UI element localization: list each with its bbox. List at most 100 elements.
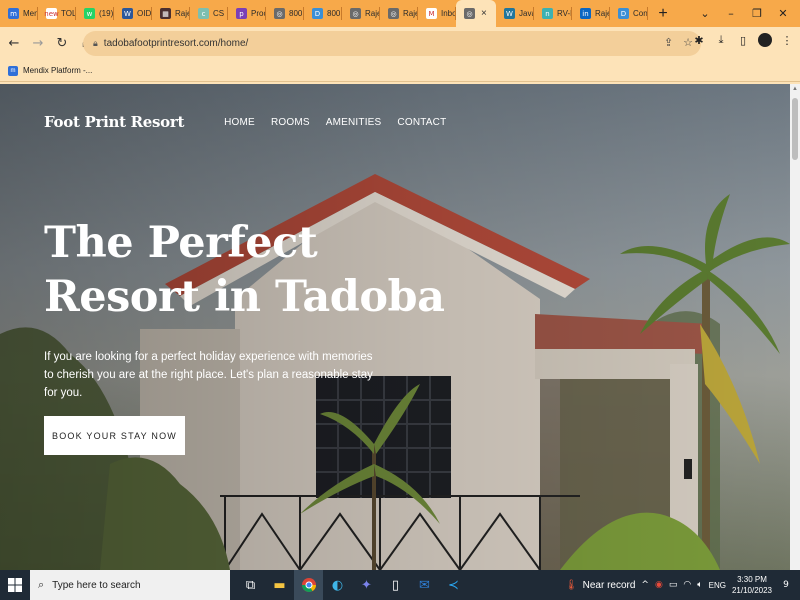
windows-taskbar: ⌕ Type here to search ⧉ ▬ ◐ ✦ ▯ ✉ ≺ 🌡︎ N… bbox=[0, 570, 800, 600]
file-explorer-icon[interactable]: ▬ bbox=[265, 570, 294, 600]
phone-link-icon[interactable]: ▯ bbox=[381, 570, 410, 600]
tab-title: Java bbox=[519, 9, 534, 18]
tab-favicon-icon: ▦ bbox=[160, 8, 171, 19]
antivirus-icon[interactable]: ◉ bbox=[655, 580, 663, 590]
scroll-up-icon[interactable]: ▲ bbox=[792, 86, 798, 92]
tab-list: mMennewTOLw(19)WOID▦RajecCS EpProc◎800D8… bbox=[0, 0, 648, 27]
notifications-icon[interactable]: 9 bbox=[778, 577, 794, 593]
window-controls: ⌄ – ❐ ✕ bbox=[692, 0, 796, 27]
browser-tab[interactable]: n RV-l bbox=[534, 0, 572, 27]
start-button[interactable] bbox=[0, 570, 30, 600]
task-view-icon[interactable]: ⧉ bbox=[236, 570, 265, 600]
tab-favicon-icon: D bbox=[618, 8, 629, 19]
vscode-icon[interactable]: ≺ bbox=[439, 570, 468, 600]
browser-tab[interactable]: in Raje bbox=[572, 0, 610, 27]
back-button[interactable]: ← bbox=[4, 34, 24, 54]
side-panel-icon[interactable]: ▯ bbox=[736, 33, 750, 47]
profile-avatar[interactable] bbox=[758, 33, 772, 47]
tab-favicon-icon: ◎ bbox=[464, 8, 475, 19]
browser-tab[interactable]: ◎ × bbox=[456, 0, 496, 27]
site-header: Foot Print Resort HOME ROOMS AMENITIES C… bbox=[44, 113, 446, 131]
browser-tab[interactable]: c CS E bbox=[190, 0, 228, 27]
browser-tab[interactable]: D 800 bbox=[304, 0, 342, 27]
browser-tab[interactable]: p Proc bbox=[228, 0, 266, 27]
clock[interactable]: 3:30 PM 21/10/2023 bbox=[732, 574, 772, 596]
download-icon[interactable]: ⤓ bbox=[714, 33, 728, 47]
windows-logo-icon bbox=[8, 578, 22, 592]
tab-title: Raje bbox=[595, 9, 610, 18]
taskbar-search[interactable]: ⌕ Type here to search bbox=[30, 570, 230, 600]
site-logo[interactable]: Foot Print Resort bbox=[44, 113, 184, 131]
tab-favicon-icon: c bbox=[198, 8, 209, 19]
tab-favicon-icon: new bbox=[44, 8, 59, 19]
toolbar-actions: ✱ ⤓ ▯ ⋮ bbox=[692, 33, 794, 47]
browser-tab[interactable]: ◎ Raje bbox=[342, 0, 380, 27]
tab-close-icon[interactable]: × bbox=[481, 8, 487, 19]
browser-tab[interactable]: W OID bbox=[114, 0, 152, 27]
language-indicator[interactable]: ENG bbox=[709, 581, 726, 590]
taskbar-apps: ⧉ ▬ ◐ ✦ ▯ ✉ ≺ bbox=[236, 570, 468, 600]
tab-favicon-icon: W bbox=[504, 8, 515, 19]
browser-tab[interactable]: ▦ Raje bbox=[152, 0, 190, 27]
show-hidden-icons[interactable]: ^ bbox=[641, 580, 649, 590]
page-scrollbar[interactable]: ▲ bbox=[790, 84, 800, 570]
tab-favicon-icon: w bbox=[84, 8, 95, 19]
tab-favicon-icon: ◎ bbox=[274, 8, 285, 19]
book-stay-button[interactable]: BOOK YOUR STAY NOW bbox=[44, 416, 185, 455]
new-tab-button[interactable]: + bbox=[652, 5, 674, 23]
browser-tab[interactable]: M Inbo bbox=[418, 0, 456, 27]
battery-icon[interactable]: ▭ bbox=[669, 580, 678, 590]
tab-title: 800 bbox=[327, 9, 341, 18]
browser-tab[interactable]: D Con bbox=[610, 0, 648, 27]
nav-amenities[interactable]: AMENITIES bbox=[326, 117, 382, 128]
browser-tab[interactable]: m Men bbox=[0, 0, 38, 27]
hero-title: The Perfect Resort in Tadoba bbox=[44, 218, 445, 322]
tab-title: Raje bbox=[365, 9, 380, 18]
tab-favicon-icon: n bbox=[542, 8, 553, 19]
nav-home[interactable]: HOME bbox=[224, 117, 255, 128]
tab-search-icon[interactable]: ⌄ bbox=[692, 7, 718, 20]
url-text[interactable]: tadobafootprintresort.com/home/ bbox=[104, 38, 249, 49]
tab-title: Raje bbox=[403, 9, 418, 18]
nav-rooms[interactable]: ROOMS bbox=[271, 117, 310, 128]
forward-button[interactable]: → bbox=[28, 34, 48, 54]
tab-favicon-icon: p bbox=[236, 8, 247, 19]
browser-tab-strip: mMennewTOLw(19)WOID▦RajecCS EpProc◎800D8… bbox=[0, 0, 800, 27]
tab-title: 800 bbox=[289, 9, 303, 18]
tab-title: Inbo bbox=[441, 9, 456, 18]
menu-icon[interactable]: ⋮ bbox=[780, 33, 794, 47]
close-window-button[interactable]: ✕ bbox=[770, 7, 796, 20]
clock-date: 21/10/2023 bbox=[731, 586, 772, 595]
outlook-icon[interactable]: ✉ bbox=[410, 570, 439, 600]
search-icon: ⌕ bbox=[38, 578, 45, 591]
browser-tab[interactable]: ◎ Raje bbox=[380, 0, 418, 27]
volume-icon[interactable]: 🔈︎ bbox=[697, 580, 702, 590]
wifi-icon[interactable]: ◠ bbox=[683, 580, 691, 590]
browser-tab[interactable]: W Java bbox=[496, 0, 534, 27]
weather-widget[interactable]: 🌡︎ Near record bbox=[565, 580, 636, 591]
scrollbar-thumb[interactable] bbox=[792, 98, 798, 160]
browser-tab[interactable]: ◎ 800 bbox=[266, 0, 304, 27]
browser-tab[interactable]: new TOL bbox=[38, 0, 76, 27]
maximize-button[interactable]: ❐ bbox=[744, 7, 770, 20]
tab-title: Proc bbox=[251, 9, 266, 18]
web-page: Foot Print Resort HOME ROOMS AMENITIES C… bbox=[0, 84, 800, 570]
share-icon[interactable]: ⇪ bbox=[664, 36, 673, 49]
nav-contact[interactable]: CONTACT bbox=[397, 117, 446, 128]
edge-icon[interactable]: ◐ bbox=[323, 570, 352, 600]
teams-icon[interactable]: ✦ bbox=[352, 570, 381, 600]
tab-title: RV-l bbox=[557, 9, 572, 18]
bookmark-mendix[interactable]: Mendix Platform -... bbox=[23, 66, 92, 75]
browser-tab[interactable]: w (19) bbox=[76, 0, 114, 27]
tab-title: TOL bbox=[61, 9, 76, 18]
browser-toolbar: ← → ↻ ⌂ 🔒︎ tadobafootprintresort.com/hom… bbox=[0, 27, 800, 60]
minimize-button[interactable]: – bbox=[718, 7, 744, 20]
chrome-icon[interactable] bbox=[294, 570, 323, 600]
bookmarks-bar: m Mendix Platform -... bbox=[0, 60, 800, 82]
address-bar[interactable]: 🔒︎ tadobafootprintresort.com/home/ ⇪ ☆ bbox=[83, 31, 701, 56]
system-tray: 🌡︎ Near record ^ ◉ ▭ ◠ 🔈︎ ENG 3:30 PM 21… bbox=[565, 570, 800, 600]
lock-icon[interactable]: 🔒︎ bbox=[93, 38, 98, 49]
extensions-icon[interactable]: ✱ bbox=[692, 33, 706, 47]
reload-button[interactable]: ↻ bbox=[52, 34, 72, 54]
notification-count: 9 bbox=[783, 580, 789, 590]
